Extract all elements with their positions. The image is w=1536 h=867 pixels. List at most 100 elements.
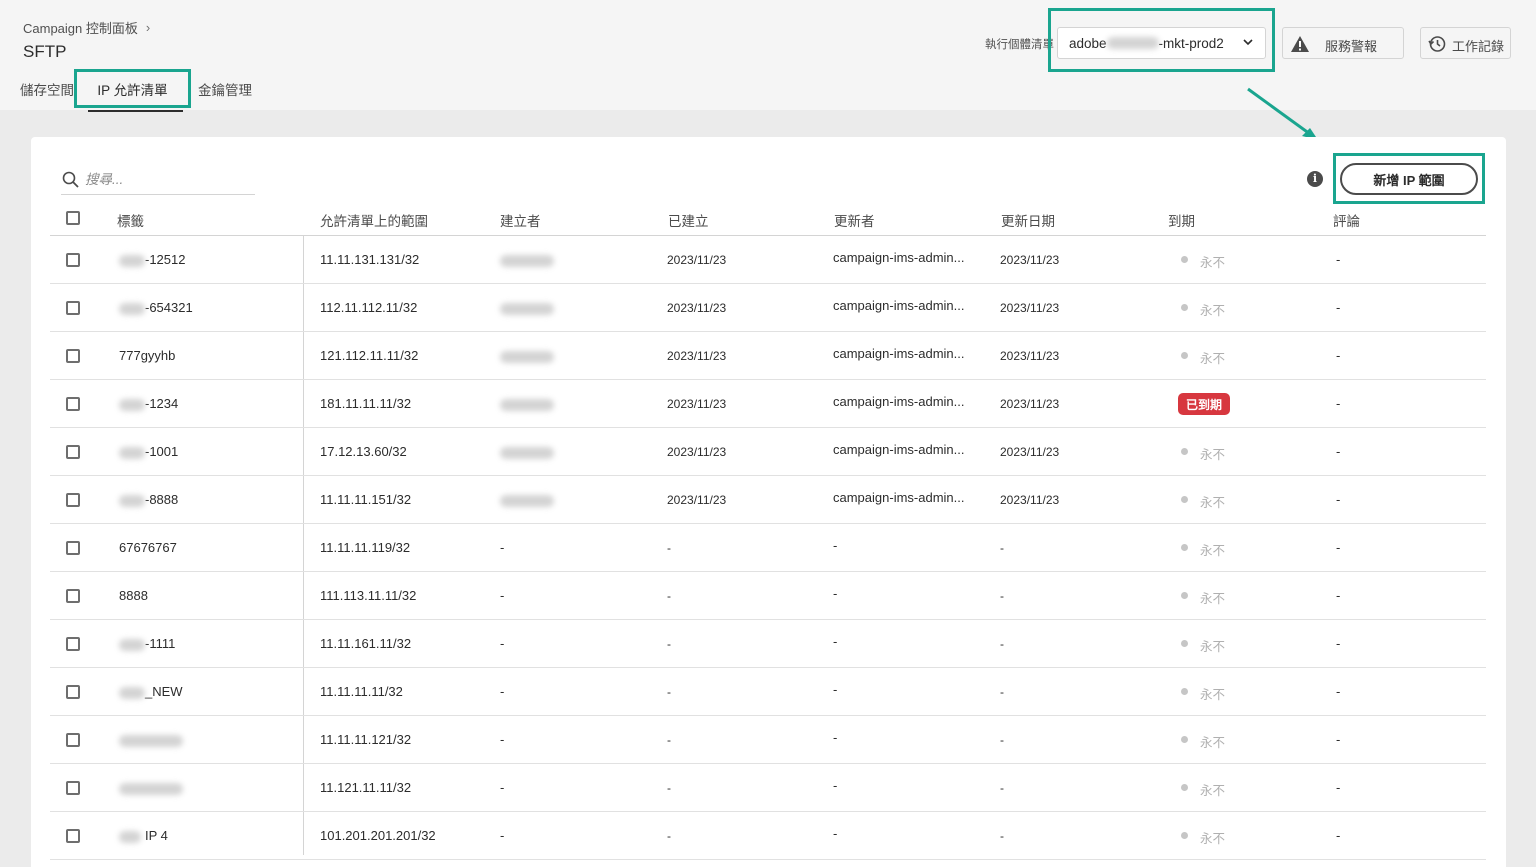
row-expiry: 永不 [1200,736,1226,750]
column-header-updated-date[interactable]: 更新日期 [1001,210,1055,230]
table-row[interactable]: 67676767 11.11.11.119/32 - - - - 永不 - [50,524,1486,572]
row-checkbox[interactable] [66,829,80,843]
status-dot-icon [1181,592,1188,599]
instance-list-label: 執行個體清單 [985,39,1054,51]
row-checkbox[interactable] [66,397,80,411]
info-icon[interactable]: i [1307,171,1323,187]
column-header-range[interactable]: 允許清單上的範圍 [320,210,428,230]
history-icon [1428,36,1446,52]
row-label: -8888 [119,492,178,507]
select-all-checkbox[interactable] [66,211,80,225]
chevron-down-icon [1243,39,1253,46]
tab-storage[interactable]: 儲存空間 [20,79,74,99]
table-row[interactable]: 8888 111.113.11.11/32 - - - - 永不 - [50,572,1486,620]
row-label: 67676767 [119,540,177,555]
table-row[interactable]: -12512 11.11.131.131/32 2023/11/23 campaign… [50,236,1486,284]
job-log-button[interactable]: 工作記錄 [1420,27,1511,59]
tab-key-management[interactable]: 金鑰管理 [198,79,252,99]
table-row[interactable]: -8888 11.11.11.151/32 2023/11/23 campaign-i… [50,476,1486,524]
ip-allowlist-panel: i 新增 IP 範圍 標籤 允許清單上的範圍 建立者 已建立 更新者 更新日期 … [31,137,1506,867]
row-checkbox[interactable] [66,253,80,267]
breadcrumb: Campaign 控制面板 › [23,18,150,37]
row-checkbox[interactable] [66,541,80,555]
row-checkbox[interactable] [66,349,80,363]
row-label: -1234 [119,396,178,411]
row-range: 181.11.11.11/32 [320,396,412,411]
service-alerts-button[interactable]: 服務警報 [1282,27,1404,59]
table-row[interactable]: -1111 11.11.161.11/32 - - - - 永不 - [50,620,1486,668]
instance-select[interactable]: adobe -mkt-prod2 [1057,27,1266,59]
row-expiry: 永不 [1200,496,1226,510]
row-updated-date: 2023/11/23 [1000,253,1060,267]
row-created-by [500,252,554,267]
status-dot-icon [1181,688,1188,695]
row-range: 11.121.11.11/32 [320,780,412,795]
table-row[interactable]: _NEW 11.11.11.11/32 - - - - 永不 - [50,668,1486,716]
row-updated-date: 2023/11/23 [1000,397,1060,411]
row-range: 11.11.11.151/32 [320,492,412,507]
tab-ip-allowlist[interactable]: IP 允許清單 [74,69,191,108]
row-comment: - [1336,684,1341,699]
row-comment: - [1336,348,1341,363]
row-checkbox[interactable] [66,733,80,747]
row-expiry: 永不 [1200,688,1226,702]
row-comment: - [1336,396,1341,411]
row-comment: - [1336,588,1341,603]
row-comment: - [1336,252,1341,267]
row-expiry: 永不 [1200,784,1226,798]
table-row[interactable]: -1234 181.11.11.11/32 2023/11/23 campaign-i… [50,380,1486,428]
row-updated-by: campaign-ims-admin... [833,298,965,313]
row-created: 2023/11/23 [667,397,727,411]
redacted-text [119,638,145,651]
column-header-label[interactable]: 標籤 [117,210,144,230]
table-row[interactable]: 777gyyhb 121.112.11.11/32 2023/11/23 campai… [50,332,1486,380]
row-label-text: -1111 [145,636,176,651]
row-checkbox[interactable] [66,637,80,651]
row-created: - [667,685,671,699]
row-updated-date: 2023/11/23 [1000,349,1060,363]
row-checkbox[interactable] [66,493,80,507]
row-created: 2023/11/23 [667,493,727,507]
table-row[interactable]: 11.121.11.11/32 - - - - 永不 - [50,764,1486,812]
table-row[interactable]: -1001 17.12.13.60/32 2023/11/23 campaign-im… [50,428,1486,476]
column-header-updated-by[interactable]: 更新者 [834,210,875,230]
row-range: 111.113.11.11/32 [320,588,417,603]
expired-badge: 已到期 [1178,393,1231,415]
status-dot-icon [1181,784,1188,791]
redacted-text [119,398,145,411]
row-label-text: -8888 [145,492,179,507]
search-input[interactable] [85,167,251,191]
breadcrumb-root[interactable]: Campaign 控制面板 [23,18,138,37]
row-checkbox[interactable] [66,589,80,603]
row-created: 2023/11/23 [667,445,727,459]
row-label [119,780,183,795]
redacted-text [119,734,183,747]
column-header-comment[interactable]: 評論 [1333,210,1360,230]
redacted-text [119,686,145,699]
row-range: 112.11.112.11/32 [320,300,418,315]
row-label-text: _NEW [145,684,183,699]
row-range: 11.11.11.11/32 [320,684,403,699]
column-header-expiry[interactable]: 到期 [1168,210,1195,230]
table-row[interactable]: 11.11.11.121/32 - - - - 永不 - [50,716,1486,764]
column-header-created-by[interactable]: 建立者 [500,210,541,230]
status-dot-icon [1181,736,1188,743]
table-row[interactable]: -654321 112.11.112.11/32 2023/11/23 campaig… [50,284,1486,332]
row-created-by: - [500,684,505,699]
redacted-text [500,302,554,315]
row-label: -654321 [119,300,193,315]
column-header-created[interactable]: 已建立 [668,210,709,230]
row-created: 2023/11/23 [667,349,727,363]
row-checkbox[interactable] [66,781,80,795]
table-row[interactable]: IP 4 101.201.201.201/32 - - - - 永不 - [50,812,1486,860]
row-created: - [667,781,671,795]
row-updated-date: - [1000,829,1004,843]
redacted-text [500,398,554,411]
row-created-by: - [500,828,505,843]
row-checkbox[interactable] [66,685,80,699]
row-checkbox[interactable] [66,445,80,459]
row-checkbox[interactable] [66,301,80,315]
row-created-by: - [500,588,505,603]
add-ip-range-button[interactable]: 新增 IP 範圍 [1340,163,1478,195]
row-label: -1001 [119,444,178,459]
